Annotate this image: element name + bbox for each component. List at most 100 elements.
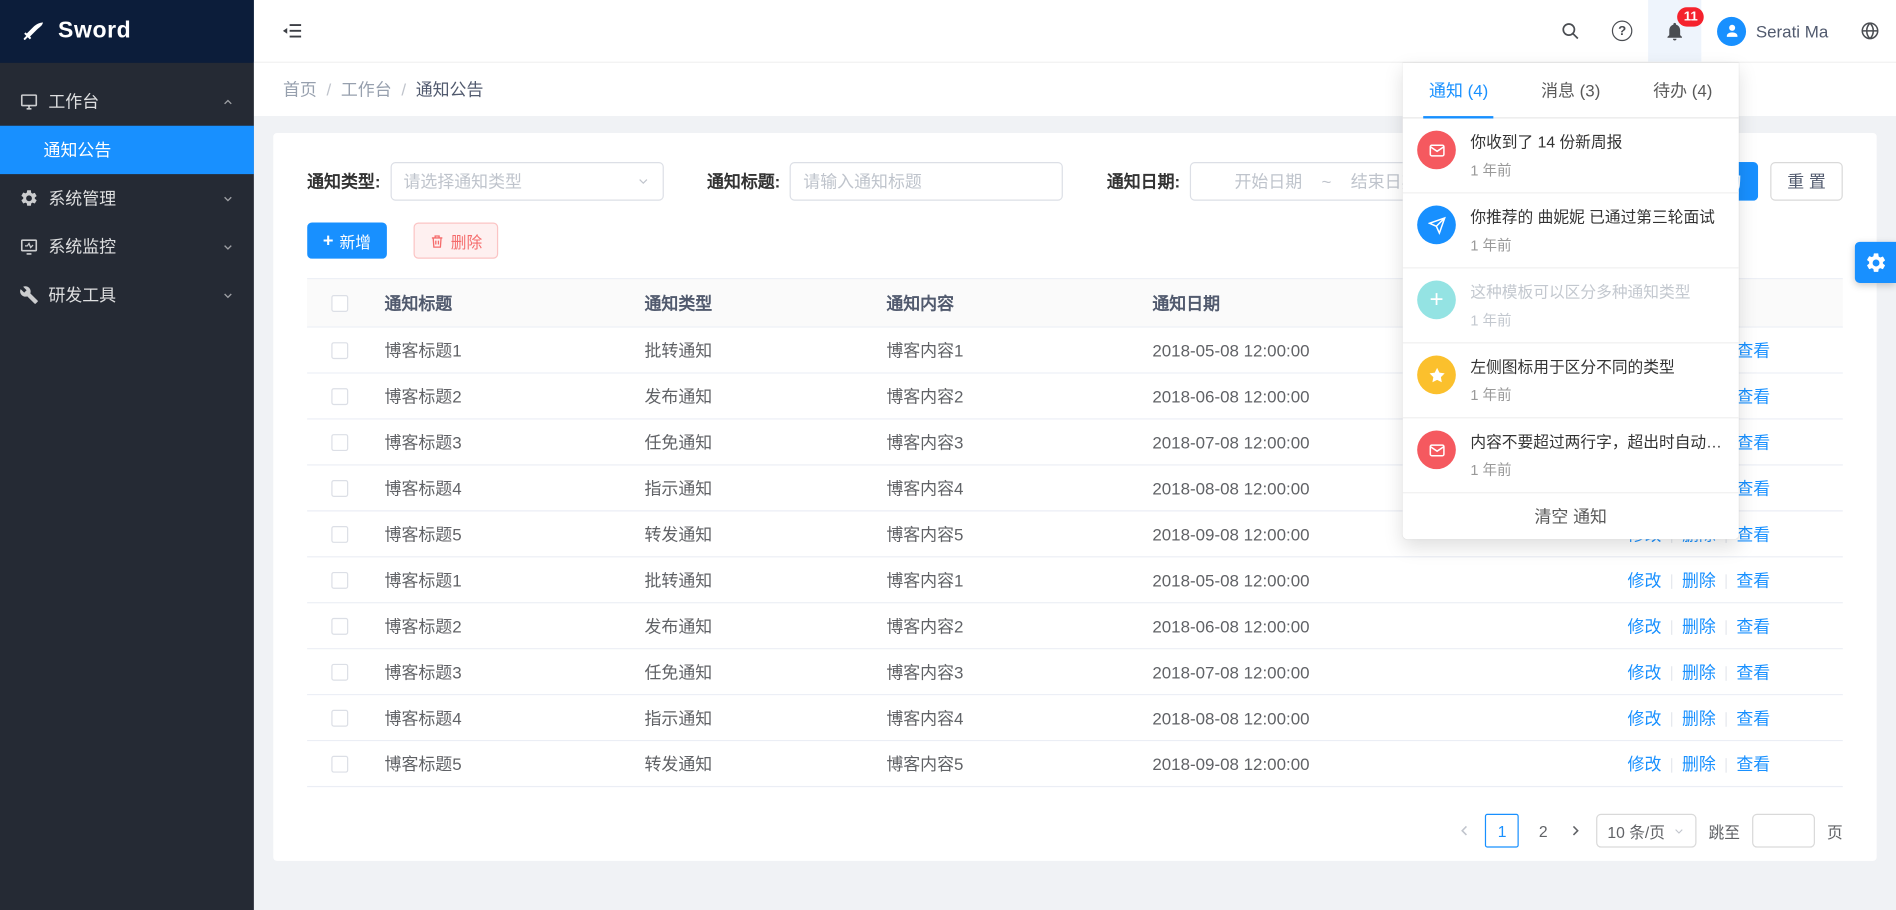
- row-checkbox[interactable]: [331, 663, 348, 680]
- next-page-icon[interactable]: [1567, 822, 1584, 839]
- tab-todos[interactable]: 待办 (4): [1627, 63, 1739, 117]
- notification-text: 这种模板可以区分多种通知类型: [1470, 281, 1690, 305]
- delete-link[interactable]: 删除: [1682, 616, 1716, 635]
- notification-dropdown: 通知 (4) 消息 (3) 待办 (4) 你收到了 14 份新周报 1 年前: [1403, 63, 1739, 539]
- notifications-bell[interactable]: 11: [1648, 0, 1701, 62]
- delete-link[interactable]: 删除: [1682, 570, 1716, 589]
- notification-text: 左侧图标用于区分不同的类型: [1470, 355, 1674, 379]
- cell-date: 2018-06-08 12:00:00: [1140, 616, 1430, 635]
- view-link[interactable]: 查看: [1736, 478, 1770, 497]
- notification-body: 内容不要超过两行字，超出时自动截断 1 年前: [1470, 430, 1724, 480]
- row-checkbox[interactable]: [331, 617, 348, 634]
- view-link[interactable]: 查看: [1736, 708, 1770, 727]
- notice-title-input[interactable]: [803, 172, 1050, 191]
- tab-notifications[interactable]: 通知 (4): [1403, 63, 1515, 117]
- row-checkbox[interactable]: [331, 571, 348, 588]
- edit-link[interactable]: 修改: [1628, 570, 1662, 589]
- view-link[interactable]: 查看: [1736, 386, 1770, 405]
- notification-item[interactable]: 这种模板可以区分多种通知类型 1 年前: [1403, 268, 1739, 343]
- sword-logo-icon: [22, 19, 46, 43]
- sidebar-item-tools[interactable]: 研发工具: [0, 271, 254, 319]
- view-link[interactable]: 查看: [1736, 524, 1770, 543]
- cell-date: 2018-05-08 12:00:00: [1140, 570, 1430, 589]
- row-checkbox[interactable]: [331, 388, 348, 405]
- row-checkbox-cell: [307, 571, 372, 588]
- sidebar-item-monitor[interactable]: 系统监控: [0, 222, 254, 270]
- edit-link[interactable]: 修改: [1628, 754, 1662, 773]
- mail-icon: [1427, 141, 1445, 159]
- page-2-button[interactable]: 2: [1531, 822, 1555, 840]
- cell-type: 指示通知: [632, 476, 874, 500]
- sidebar-item-workbench[interactable]: 工作台: [0, 77, 254, 125]
- notice-type-select[interactable]: 请选择通知类型: [390, 162, 663, 201]
- app-logo[interactable]: Sword: [0, 0, 254, 63]
- select-all-checkbox[interactable]: [331, 294, 348, 311]
- row-checkbox-cell: [307, 755, 372, 772]
- search-icon[interactable]: [1544, 0, 1596, 62]
- action-separator: [1671, 620, 1672, 635]
- edit-link[interactable]: 修改: [1628, 616, 1662, 635]
- row-checkbox-cell: [307, 525, 372, 542]
- cell-content: 博客内容2: [874, 614, 1140, 638]
- header-checkbox-cell: [307, 294, 372, 311]
- page-size-select[interactable]: 10 条/页: [1596, 814, 1696, 848]
- notification-item[interactable]: 左侧图标用于区分不同的类型 1 年前: [1403, 343, 1739, 418]
- row-checkbox[interactable]: [331, 709, 348, 726]
- action-separator: [1725, 574, 1726, 589]
- help-icon[interactable]: [1596, 0, 1648, 62]
- notice-title-input-wrap: [790, 162, 1063, 201]
- language-globe-icon[interactable]: [1844, 0, 1896, 62]
- row-checkbox[interactable]: [331, 433, 348, 450]
- header-actions: 11 Serati Ma: [1544, 0, 1896, 62]
- edit-link[interactable]: 修改: [1628, 708, 1662, 727]
- view-link[interactable]: 查看: [1736, 432, 1770, 451]
- breadcrumb-workbench[interactable]: 工作台: [341, 77, 392, 101]
- sidebar-item-system[interactable]: 系统管理: [0, 174, 254, 222]
- row-checkbox[interactable]: [331, 525, 348, 542]
- delete-link[interactable]: 删除: [1682, 662, 1716, 681]
- add-button[interactable]: 新增: [307, 222, 387, 258]
- cell-title: 博客标题3: [372, 660, 632, 684]
- cell-type: 转发通知: [632, 752, 874, 776]
- view-link[interactable]: 查看: [1736, 570, 1770, 589]
- action-separator: [1671, 712, 1672, 727]
- theme-settings-button[interactable]: [1855, 242, 1896, 283]
- cell-content: 博客内容2: [874, 384, 1140, 408]
- breadcrumb-home[interactable]: 首页: [283, 77, 317, 101]
- notification-type-icon: [1417, 355, 1456, 394]
- sidebar-menu: 工作台 通知公告 系统管理 系统监控: [0, 63, 254, 319]
- jump-page-input[interactable]: [1752, 814, 1815, 848]
- row-checkbox[interactable]: [331, 755, 348, 772]
- delete-link[interactable]: 删除: [1682, 754, 1716, 773]
- notification-body: 左侧图标用于区分不同的类型 1 年前: [1470, 355, 1674, 405]
- chevron-down-icon: [636, 174, 651, 189]
- action-separator: [1725, 620, 1726, 635]
- cell-type: 任免通知: [632, 430, 874, 454]
- delete-button[interactable]: 删除: [413, 222, 498, 258]
- view-link[interactable]: 查看: [1736, 340, 1770, 359]
- tab-messages[interactable]: 消息 (3): [1515, 63, 1627, 117]
- reset-button[interactable]: 重 置: [1770, 162, 1842, 201]
- row-checkbox[interactable]: [331, 342, 348, 359]
- cell-content: 博客内容3: [874, 660, 1140, 684]
- view-link[interactable]: 查看: [1736, 616, 1770, 635]
- sidebar-item-notice[interactable]: 通知公告: [0, 126, 254, 174]
- filter-title: 通知标题:: [707, 162, 1063, 201]
- cell-title: 博客标题4: [372, 706, 632, 730]
- notification-item[interactable]: 你推荐的 曲妮妮 已通过第三轮面试 1 年前: [1403, 193, 1739, 268]
- notification-item[interactable]: 你收到了 14 份新周报 1 年前: [1403, 118, 1739, 193]
- edit-link[interactable]: 修改: [1628, 662, 1662, 681]
- user-menu[interactable]: Serati Ma: [1701, 0, 1844, 62]
- collapse-sidebar-icon[interactable]: [273, 13, 309, 49]
- notification-item[interactable]: 内容不要超过两行字，超出时自动截断 1 年前: [1403, 418, 1739, 493]
- jump-label: 跳至: [1709, 819, 1740, 842]
- clear-notifications-button[interactable]: 清空 通知: [1403, 493, 1739, 539]
- chevron-down-icon: [221, 192, 234, 205]
- delete-link[interactable]: 删除: [1682, 708, 1716, 727]
- view-link[interactable]: 查看: [1736, 754, 1770, 773]
- prev-page-icon[interactable]: [1456, 822, 1473, 839]
- breadcrumb-separator: /: [326, 80, 331, 99]
- page-1-button[interactable]: 1: [1485, 814, 1519, 848]
- view-link[interactable]: 查看: [1736, 662, 1770, 681]
- row-checkbox[interactable]: [331, 479, 348, 496]
